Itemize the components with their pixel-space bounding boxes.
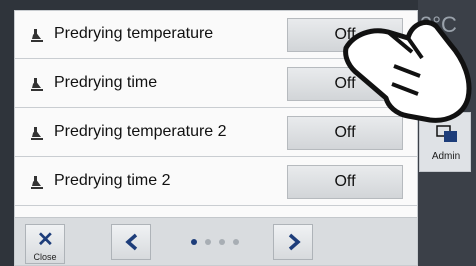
setting-label: Predrying temperature bbox=[54, 25, 214, 42]
dialog-navbar: ✕ Close bbox=[15, 217, 417, 265]
next-page-button[interactable] bbox=[273, 224, 313, 260]
chevron-left-icon bbox=[125, 233, 138, 251]
pointing-hand-icon bbox=[343, 20, 472, 123]
thermometer-icon bbox=[31, 78, 43, 91]
thermometer-icon bbox=[31, 127, 43, 140]
close-icon: ✕ bbox=[37, 229, 54, 251]
page-dot bbox=[219, 239, 225, 245]
close-label: Close bbox=[33, 252, 57, 262]
close-button[interactable]: ✕ Close bbox=[25, 224, 65, 264]
setting-label: Predrying time bbox=[54, 74, 158, 91]
page-dot bbox=[191, 239, 197, 245]
admin-label: Admin bbox=[431, 151, 461, 162]
thermometer-icon bbox=[31, 176, 43, 189]
admin-icon bbox=[436, 125, 457, 142]
page-dot bbox=[233, 239, 239, 245]
setting-label: Predrying time 2 bbox=[54, 172, 171, 189]
setting-row-predrying-time-2[interactable]: Predrying time 2 Off bbox=[15, 158, 417, 206]
previous-page-button[interactable] bbox=[111, 224, 151, 260]
setting-value-button[interactable]: Off bbox=[287, 165, 403, 199]
page-dot bbox=[205, 239, 211, 245]
setting-label: Predrying temperature 2 bbox=[54, 123, 227, 140]
thermometer-icon bbox=[31, 29, 43, 42]
chevron-right-icon bbox=[288, 233, 301, 251]
